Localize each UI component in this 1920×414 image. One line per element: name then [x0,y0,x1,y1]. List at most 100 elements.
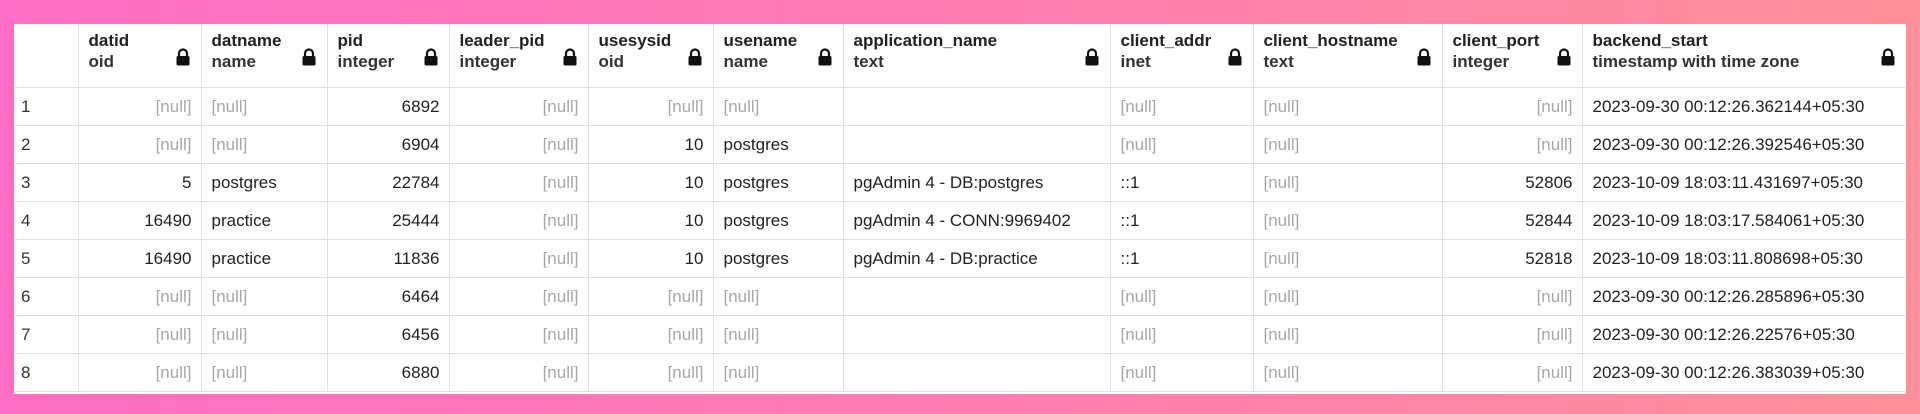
row-number[interactable]: 8 [14,353,79,392]
table-cell-usename[interactable]: postgres [713,163,844,202]
table-cell-datid[interactable]: 16490 [78,201,202,240]
column-header[interactable]: client_port integer [1442,24,1583,88]
row-number[interactable]: 3 [14,163,79,202]
table-cell-client-port[interactable]: 52818 [1442,239,1583,278]
table-cell-leader-pid[interactable]: [null] [449,277,589,316]
table-cell-client-hostname[interactable]: [null] [1253,315,1443,354]
table-cell-pid[interactable]: 25444 [327,201,450,240]
table-cell-client-port[interactable]: [null] [1442,353,1583,392]
table-cell-backend-start[interactable]: 2023-10-09 18:03:17.584061+05:30 [1582,201,1906,240]
table-cell-leader-pid[interactable]: [null] [449,163,589,202]
table-row[interactable]: 4 16490 practice 25444 [null] 10 postgres pgAdm… [14,201,1906,240]
table-row[interactable]: 7 [null] [null] 6456 [null] [null] [null] [null… [14,315,1906,354]
table-cell-application-name[interactable] [843,125,1111,164]
table-cell-usesysid[interactable]: [null] [588,353,714,392]
table-cell-client-addr[interactable]: ::1 [1110,163,1254,202]
table-row[interactable]: 1 [null] [null] 6892 [null] [null] [null] [null… [14,87,1906,126]
table-cell-datid[interactable]: [null] [78,87,202,126]
table-cell-client-addr[interactable]: [null] [1110,125,1254,164]
table-cell-leader-pid[interactable]: [null] [449,125,589,164]
table-cell-datid[interactable]: [null] [78,315,202,354]
table-cell-client-port[interactable]: [null] [1442,315,1583,354]
table-row[interactable]: 3 5 postgres 22784 [null] 10 postgres pgAdmin 4… [14,163,1906,202]
row-number[interactable]: 5 [14,239,79,278]
table-cell-application-name[interactable] [843,277,1111,316]
table-cell-usesysid[interactable]: [null] [588,87,714,126]
table-cell-pid[interactable]: 6880 [327,353,450,392]
table-cell-leader-pid[interactable]: [null] [449,239,589,278]
table-cell-client-port[interactable]: [null] [1442,277,1583,316]
table-cell-datid[interactable]: [null] [78,277,202,316]
table-cell-usesysid[interactable]: 10 [588,239,714,278]
column-header[interactable]: backend_start timestamp with time zone [1582,24,1906,88]
table-cell-client-port[interactable]: 52806 [1442,163,1583,202]
column-header[interactable]: datid oid [78,24,202,88]
table-cell-usesysid[interactable]: 10 [588,125,714,164]
column-header[interactable]: application_name text [843,24,1111,88]
table-row[interactable]: 5 16490 practice 11836 [null] 10 postgres pgAdm… [14,239,1906,278]
table-cell-client-addr[interactable]: [null] [1110,87,1254,126]
table-cell-pid[interactable]: 6456 [327,315,450,354]
table-row[interactable]: 2 [null] [null] 6904 [null] 10 postgres [null][… [14,125,1906,164]
table-cell-usesysid[interactable]: 10 [588,163,714,202]
table-cell-client-hostname[interactable]: [null] [1253,353,1443,392]
table-cell-datid[interactable]: 5 [78,163,202,202]
table-cell-application-name[interactable] [843,87,1111,126]
table-cell-application-name[interactable] [843,315,1111,354]
table-cell-pid[interactable]: 22784 [327,163,450,202]
table-cell-pid[interactable]: 6892 [327,87,450,126]
column-header[interactable]: usesysid oid [588,24,714,88]
row-number[interactable]: 4 [14,201,79,240]
table-cell-datname[interactable]: [null] [201,277,328,316]
column-header[interactable]: leader_pid integer [449,24,589,88]
table-cell-backend-start[interactable]: 2023-10-09 18:03:11.431697+05:30 [1582,163,1906,202]
table-cell-datname[interactable]: [null] [201,87,328,126]
table-cell-backend-start[interactable]: 2023-09-30 00:12:26.285896+05:30 [1582,277,1906,316]
table-cell-client-hostname[interactable]: [null] [1253,201,1443,240]
table-cell-client-port[interactable]: [null] [1442,125,1583,164]
table-cell-pid[interactable]: 6904 [327,125,450,164]
table-cell-application-name[interactable]: pgAdmin 4 - DB:practice [843,239,1111,278]
table-cell-datid[interactable]: [null] [78,125,202,164]
table-cell-client-hostname[interactable]: [null] [1253,163,1443,202]
table-row[interactable]: 6 [null] [null] 6464 [null] [null] [null] [null… [14,277,1906,316]
table-cell-usename[interactable]: [null] [713,87,844,126]
table-cell-leader-pid[interactable]: [null] [449,87,589,126]
table-cell-backend-start[interactable]: 2023-09-30 00:12:26.362144+05:30 [1582,87,1906,126]
table-cell-backend-start[interactable]: 2023-09-30 00:12:26.22576+05:30 [1582,315,1906,354]
table-cell-client-hostname[interactable]: [null] [1253,277,1443,316]
table-cell-usesysid[interactable]: [null] [588,315,714,354]
table-cell-client-addr[interactable]: [null] [1110,277,1254,316]
table-cell-application-name[interactable]: pgAdmin 4 - CONN:9969402 [843,201,1111,240]
table-cell-application-name[interactable]: pgAdmin 4 - DB:postgres [843,163,1111,202]
table-cell-client-port[interactable]: 52844 [1442,201,1583,240]
table-row[interactable]: 8 [null] [null] 6880 [null] [null] [null] [null… [14,353,1906,392]
column-header[interactable]: client_addr inet [1110,24,1254,88]
table-cell-usename[interactable]: [null] [713,353,844,392]
row-number[interactable]: 7 [14,315,79,354]
column-header[interactable]: datname name [201,24,328,88]
table-cell-usename[interactable]: postgres [713,125,844,164]
column-header[interactable]: pid integer [327,24,450,88]
table-cell-usename[interactable]: postgres [713,239,844,278]
table-cell-leader-pid[interactable]: [null] [449,315,589,354]
table-cell-usename[interactable]: postgres [713,201,844,240]
table-cell-datid[interactable]: 16490 [78,239,202,278]
table-cell-usesysid[interactable]: 10 [588,201,714,240]
row-number[interactable]: 2 [14,125,79,164]
table-cell-leader-pid[interactable]: [null] [449,353,589,392]
column-header[interactable]: client_hostname text [1253,24,1443,88]
table-cell-client-addr[interactable]: [null] [1110,353,1254,392]
table-cell-client-hostname[interactable]: [null] [1253,125,1443,164]
table-cell-client-hostname[interactable]: [null] [1253,239,1443,278]
row-number[interactable]: 6 [14,277,79,316]
table-cell-backend-start[interactable]: 2023-10-09 18:03:11.808698+05:30 [1582,239,1906,278]
table-cell-client-addr[interactable]: ::1 [1110,201,1254,240]
column-header[interactable]: usename name [713,24,844,88]
table-cell-datname[interactable]: postgres [201,163,328,202]
table-cell-datname[interactable]: [null] [201,353,328,392]
table-cell-backend-start[interactable]: 2023-09-30 00:12:26.383039+05:30 [1582,353,1906,392]
table-cell-pid[interactable]: 11836 [327,239,450,278]
table-cell-datname[interactable]: practice [201,201,328,240]
table-cell-leader-pid[interactable]: [null] [449,201,589,240]
